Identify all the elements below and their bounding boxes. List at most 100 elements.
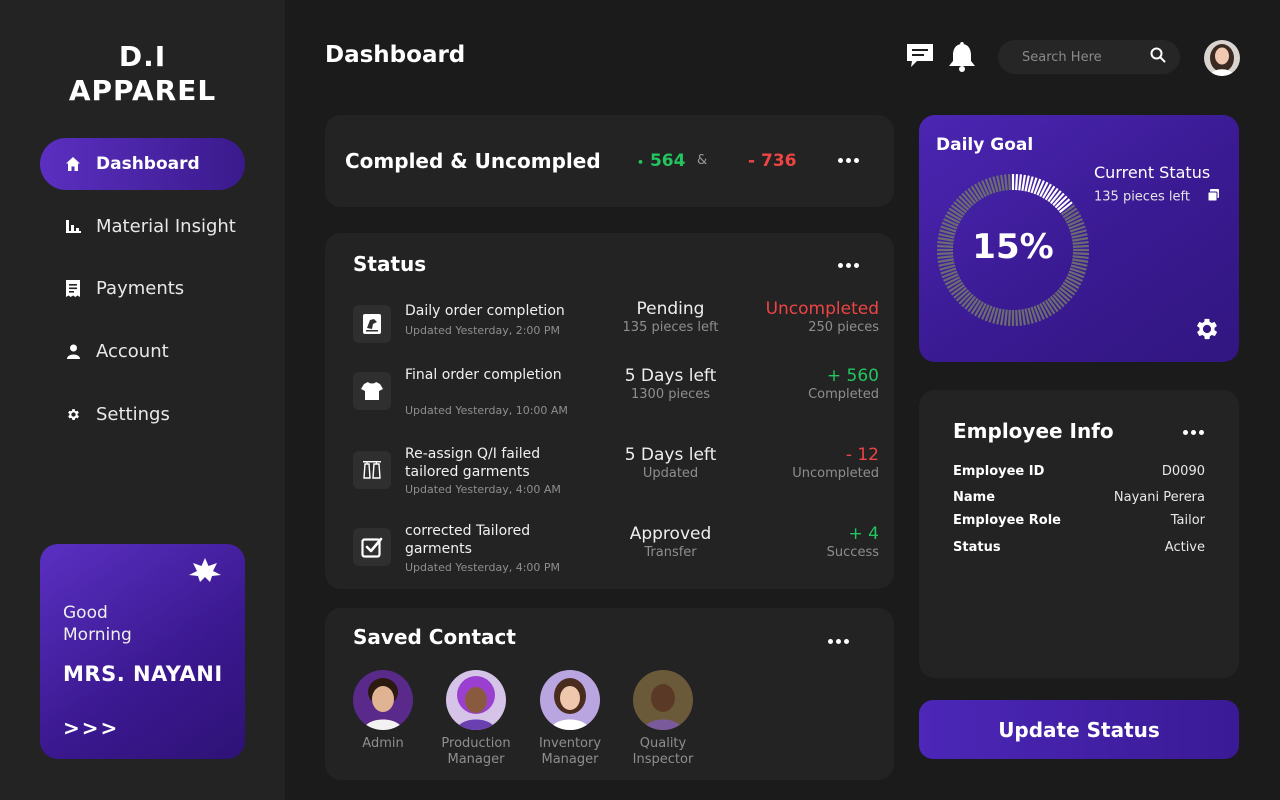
star-badge-icon <box>189 558 221 586</box>
contact-role: Production Manager <box>441 736 511 767</box>
progress-segment-empty <box>1000 309 1005 326</box>
sidebar-item-material-insight[interactable]: Material Insight <box>40 200 245 252</box>
forward-arrows-icon[interactable]: >>> <box>63 716 119 740</box>
row-updated: Updated Yesterday, 4:00 AM <box>405 483 561 496</box>
row-state: 5 Days left <box>624 445 717 465</box>
row-updated: Updated Yesterday, 4:00 PM <box>405 561 561 574</box>
user-icon <box>64 342 82 360</box>
row-state-detail: Updated <box>642 466 699 481</box>
brand-line-1: D.I <box>118 40 167 73</box>
completed-count: • 564 <box>637 151 686 171</box>
contact-role: Admin <box>362 736 404 751</box>
tshirt-icon <box>353 372 391 410</box>
progress-segment-empty <box>1000 174 1005 191</box>
status-card: Status Daily order completion Updated Ye… <box>325 233 894 589</box>
user-avatar[interactable] <box>1204 40 1240 76</box>
receipt-icon <box>64 279 82 297</box>
search-bar <box>998 40 1180 74</box>
status-row[interactable]: corrected Tailored garments Updated Yest… <box>353 522 879 582</box>
uncompleted-count: - 736 <box>748 151 797 171</box>
goal-percent: 15% <box>972 227 1054 267</box>
sidebar-item-label: Material Insight <box>96 215 236 237</box>
row-result-detail: Uncompleted <box>792 466 879 481</box>
sidebar-item-payments[interactable]: Payments <box>40 262 245 314</box>
summary-title: Compled & Uncompled <box>345 149 601 173</box>
search-input[interactable] <box>1022 49 1132 65</box>
contact-avatar <box>446 670 506 730</box>
row-title: Final order completion <box>405 367 562 383</box>
bar-chart-icon <box>64 217 82 235</box>
sidebar-item-dashboard[interactable]: Dashboard <box>40 138 245 190</box>
progress-segment-empty <box>1018 309 1023 326</box>
greeting-card: Good Morning MRS. NAYANI >>> <box>40 544 245 759</box>
row-updated: Updated Yesterday, 2:00 PM <box>405 324 561 337</box>
row-state: Approved <box>629 524 712 544</box>
copy-icon[interactable] <box>1207 189 1220 205</box>
contact-production-manager[interactable]: Production Manager <box>426 670 526 768</box>
more-options-icon[interactable] <box>838 158 859 163</box>
search-icon[interactable] <box>1150 47 1166 67</box>
sidebar-item-label: Account <box>96 340 169 362</box>
update-status-button[interactable]: Update Status <box>919 700 1239 759</box>
row-title: Re-assign Q/I failed tailored garments <box>405 446 541 480</box>
employee-info-card: Employee Info Employee ID D0090 Name Nayan… <box>919 390 1239 678</box>
current-status-label: Current Status <box>1094 163 1211 182</box>
row-state-detail: 135 pieces left <box>622 320 719 335</box>
saved-contact-title: Saved Contact <box>353 625 516 649</box>
row-result-detail: Completed <box>808 387 879 402</box>
row-updated: Updated Yesterday, 10:00 AM <box>405 404 568 417</box>
sewing-machine-icon <box>353 305 391 343</box>
sidebar-item-account[interactable]: Account <box>40 325 245 377</box>
status-row[interactable]: Final order completion Updated Yesterday… <box>353 366 879 426</box>
contact-role: Inventory Manager <box>538 736 602 767</box>
contact-avatar <box>633 670 693 730</box>
more-options-icon[interactable] <box>1183 430 1204 435</box>
row-title: corrected Tailored garments <box>405 523 531 557</box>
more-options-icon[interactable] <box>828 639 849 644</box>
page-title: Dashboard <box>325 42 466 68</box>
status-badge: Active <box>1164 540 1205 555</box>
progress-segment-empty <box>1021 309 1026 326</box>
employee-info-title: Employee Info <box>953 419 1114 443</box>
gear-icon <box>64 405 82 423</box>
more-options-icon[interactable] <box>838 263 859 268</box>
row-state: 5 Days left <box>624 366 717 386</box>
row-state: Pending <box>636 299 705 319</box>
home-icon <box>64 155 82 173</box>
contact-role: Quality Inspector <box>632 736 694 767</box>
row-result-detail: Success <box>826 545 879 560</box>
status-row[interactable]: Daily order completion Updated Yesterday… <box>353 299 879 359</box>
contact-avatar <box>353 670 413 730</box>
sidebar-item-settings[interactable]: Settings <box>40 388 245 440</box>
contact-avatar <box>540 670 600 730</box>
row-result: - 12 <box>845 445 879 465</box>
progress-segment-empty <box>1007 174 1011 191</box>
saved-contacts-card: Saved Contact Admin Production Manager I… <box>325 608 894 780</box>
brand-logo[interactable]: D.I APPAREL <box>0 40 285 108</box>
sidebar: D.I APPAREL Dashboard Material Insight P… <box>0 0 285 800</box>
row-result: + 560 <box>826 366 879 386</box>
status-row[interactable]: Re-assign Q/I failed tailored garments U… <box>353 445 879 505</box>
contact-quality-inspector[interactable]: Quality Inspector <box>613 670 713 768</box>
progress-segment-filled <box>1018 174 1023 191</box>
sidebar-item-label: Settings <box>96 403 170 425</box>
contact-inventory-manager[interactable]: Inventory Manager <box>520 670 620 768</box>
employee-role-field: Employee Role Tailor <box>953 513 1205 528</box>
contact-admin[interactable]: Admin <box>333 670 433 752</box>
chat-icon[interactable] <box>905 42 935 76</box>
progress-segment-filled <box>1021 174 1026 191</box>
employee-status-field: Status Active <box>953 540 1205 555</box>
progress-segment-empty <box>1007 309 1011 326</box>
progress-segment-empty <box>1003 309 1008 326</box>
row-result-detail: 250 pieces <box>808 320 879 335</box>
row-state-detail: Transfer <box>644 545 697 560</box>
gear-icon[interactable] <box>1193 315 1221 347</box>
greeting-text: Good Morning <box>63 603 132 645</box>
progress-segment-empty <box>1003 174 1008 191</box>
employee-id-field: Employee ID D0090 <box>953 464 1205 479</box>
greeting-name: MRS. NAYANI <box>63 662 223 686</box>
current-status-detail: 135 pieces left <box>1094 189 1220 205</box>
row-state-detail: 1300 pieces <box>631 387 710 402</box>
bell-icon[interactable] <box>947 42 977 76</box>
completion-summary-card: Compled & Uncompled • 564 & - 736 <box>325 115 894 207</box>
